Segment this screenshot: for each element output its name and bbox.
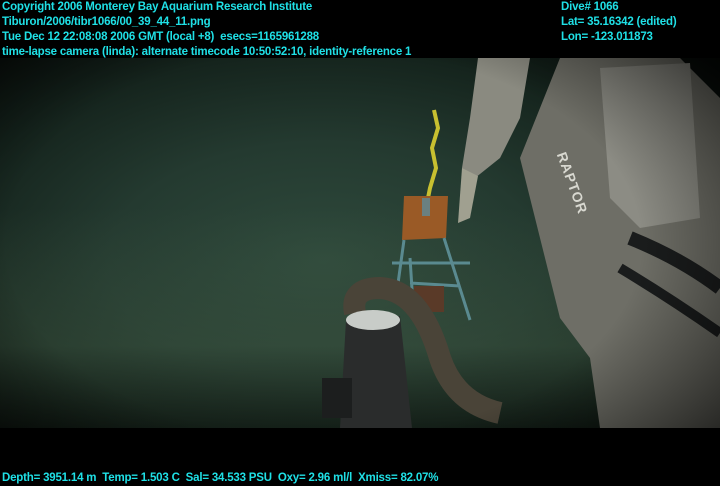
dive-number: Dive# 1066 bbox=[561, 1, 619, 13]
latitude: Lat= 35.16342 (edited) bbox=[561, 16, 677, 28]
timestamp: Tue Dec 12 22:08:08 2006 GMT (local +8) … bbox=[2, 31, 319, 43]
overlay-top-right: Dive# 1066 Lat= 35.16342 (edited) Lon= -12… bbox=[561, 0, 677, 45]
vignette bbox=[0, 58, 720, 428]
sensor-readout: Depth= 3951.14 m Temp= 1.503 C Sal= 34.5… bbox=[2, 472, 439, 484]
longitude: Lon= -123.011873 bbox=[561, 31, 653, 43]
overlay-top-left: Copyright 2006 Monterey Bay Aquarium Res… bbox=[2, 0, 411, 60]
camera-info: time-lapse camera (linda): alternate tim… bbox=[2, 46, 412, 58]
copyright-text: Copyright 2006 Monterey Bay Aquarium Res… bbox=[2, 1, 313, 13]
image-path: Tiburon/2006/tibr1066/00_39_44_11.png bbox=[2, 16, 211, 28]
seafloor-video-frame bbox=[0, 58, 720, 428]
